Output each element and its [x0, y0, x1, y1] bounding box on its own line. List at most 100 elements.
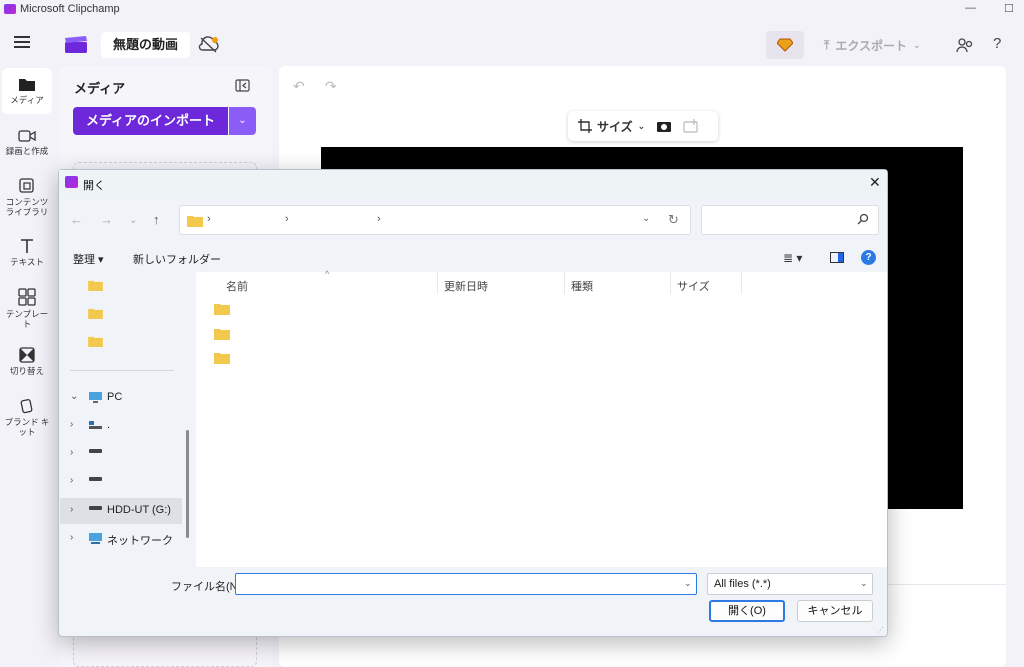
rail-label: テンプレート	[5, 309, 49, 329]
search-input[interactable]	[701, 205, 879, 235]
breadcrumb-separator[interactable]: ›	[377, 213, 381, 225]
column-divider[interactable]	[437, 272, 438, 294]
chevron-down-icon[interactable]: ⌄	[684, 578, 692, 589]
export-label: エクスポート	[835, 39, 907, 53]
nav-label: .	[107, 419, 111, 431]
nav-item-drive[interactable]: › .	[60, 413, 182, 439]
resize-grip-icon[interactable]: ⋰	[877, 626, 884, 634]
rail-label: メディア	[10, 95, 44, 105]
nav-item-hdd-ut[interactable]: › HDD-UT (G:)	[60, 498, 182, 524]
chevron-right-icon[interactable]: ›	[70, 475, 73, 486]
window-title: Microsoft Clipchamp	[20, 3, 120, 15]
minimize-button[interactable]: —	[965, 2, 976, 14]
size-label[interactable]: サイズ	[597, 118, 633, 135]
address-bar[interactable]: › › › ⌄ ↻	[179, 205, 691, 235]
chevron-down-icon: ⌄	[912, 40, 921, 50]
folder-icon[interactable]	[88, 336, 103, 347]
column-divider[interactable]	[670, 272, 671, 294]
breadcrumb-separator[interactable]: ›	[207, 213, 211, 225]
breadcrumb-separator[interactable]: ›	[285, 213, 289, 225]
import-dropdown-button[interactable]: ⌄	[229, 107, 256, 135]
rail-label: 録画と作成	[5, 146, 49, 156]
help-icon[interactable]: ?	[861, 250, 876, 265]
open-button[interactable]: 開く(O)	[709, 600, 785, 622]
computer-icon	[89, 392, 102, 403]
transition-icon	[19, 347, 35, 363]
up-arrow-icon[interactable]: ↑	[153, 212, 160, 227]
premium-button[interactable]	[766, 31, 804, 59]
back-arrow-icon[interactable]: ←	[70, 212, 83, 227]
upload-icon: ⤒	[824, 38, 830, 52]
rail-item-templates[interactable]: テンプレート	[2, 288, 52, 329]
column-divider[interactable]	[564, 272, 565, 294]
maximize-button[interactable]: ☐	[1004, 2, 1014, 15]
nav-item-drive[interactable]: ›	[60, 469, 182, 495]
forward-arrow-icon[interactable]: →	[100, 212, 113, 227]
chevron-right-icon[interactable]: ›	[70, 447, 73, 458]
add-media-icon[interactable]	[683, 119, 699, 133]
column-header-type[interactable]: 種類	[571, 278, 593, 294]
folder-icon[interactable]	[214, 352, 230, 364]
clipchamp-logo-icon	[65, 176, 78, 188]
nav-item-network[interactable]: › ネットワーク	[60, 526, 182, 552]
chevron-down-icon: ⌄	[637, 120, 646, 131]
chevron-down-icon[interactable]: ⌄	[642, 213, 650, 224]
app-header: 無題の動画 ⤒ エクスポート ⌄ ?	[0, 22, 1024, 66]
dialog-close-button[interactable]: ✕	[869, 174, 881, 191]
cloud-offline-icon[interactable]	[198, 36, 220, 54]
dialog-titlebar: 開く ✕	[59, 170, 887, 196]
column-divider[interactable]	[741, 272, 742, 294]
organize-button[interactable]: 整理 ▾	[73, 251, 104, 267]
import-media-button[interactable]: メディアのインポート	[73, 107, 228, 135]
chevron-right-icon[interactable]: ›	[70, 419, 73, 430]
chevron-down-icon[interactable]: ⌄	[70, 391, 78, 402]
crop-icon[interactable]	[578, 119, 592, 133]
nav-item-pc[interactable]: ⌄ PC	[60, 385, 182, 411]
folder-icon[interactable]	[88, 280, 103, 291]
dialog-footer: ファイル名(N): ⌄ All files (*.*) ⌄ 開く(O) キャンセ…	[59, 568, 887, 636]
menu-icon[interactable]	[14, 36, 30, 48]
undo-icon[interactable]: ↶	[293, 78, 305, 95]
view-options-icon[interactable]: ≣ ▾	[783, 251, 802, 265]
new-folder-button[interactable]: 新しいフォルダー	[133, 251, 221, 267]
rail-item-library[interactable]: コンテンツ ライブラリ	[2, 178, 52, 217]
folder-icon[interactable]	[214, 328, 230, 340]
text-icon	[21, 239, 33, 253]
rail-item-transitions[interactable]: 切り替え	[2, 347, 52, 376]
navigation-pane: ⌄ PC › . › › › HDD-UT (G:) › ネットワーク	[60, 272, 182, 567]
navigation-scrollbar[interactable]	[186, 430, 189, 538]
preview-pane-icon[interactable]	[830, 252, 844, 263]
file-type-value: All files (*.*)	[714, 578, 771, 590]
chevron-right-icon[interactable]: ›	[70, 532, 73, 543]
background-remove-icon[interactable]	[656, 119, 672, 133]
export-button[interactable]: ⤒ エクスポート ⌄	[824, 37, 921, 54]
share-users-icon[interactable]	[956, 36, 974, 54]
nav-item-drive[interactable]: ›	[60, 441, 182, 467]
rail-item-record[interactable]: 録画と作成	[2, 129, 52, 156]
rail-item-media[interactable]: メディア	[2, 68, 52, 114]
redo-icon[interactable]: ↷	[325, 78, 337, 95]
file-name-input[interactable]	[235, 573, 697, 595]
rail-item-brand-kit[interactable]: ブランド キット	[2, 398, 52, 437]
rail-label: テキスト	[10, 257, 44, 267]
dialog-nav-row: ← → ⌄ ↑ › › › ⌄ ↻	[59, 202, 887, 238]
rail-item-text[interactable]: テキスト	[2, 238, 52, 267]
column-header-name[interactable]: 名前	[226, 278, 248, 294]
rail-label: コンテンツ ライブラリ	[5, 197, 49, 217]
recent-locations-icon[interactable]: ⌄	[129, 215, 137, 226]
collapse-panel-icon[interactable]	[235, 79, 250, 92]
column-header-date[interactable]: 更新日時	[444, 278, 488, 294]
refresh-icon[interactable]: ↻	[668, 212, 679, 228]
rail-label: ブランド キット	[4, 417, 50, 437]
chevron-right-icon[interactable]: ›	[70, 504, 73, 515]
project-name[interactable]: 無題の動画	[101, 32, 191, 58]
file-type-select[interactable]: All files (*.*) ⌄	[707, 573, 873, 595]
dialog-command-bar: 整理 ▾ 新しいフォルダー ≣ ▾ ?	[59, 244, 887, 272]
folder-icon[interactable]	[214, 303, 230, 315]
help-icon[interactable]: ?	[993, 35, 1001, 52]
file-list: ^ 名前 更新日時 種類 サイズ	[196, 269, 887, 567]
column-header-size[interactable]: サイズ	[677, 278, 710, 294]
nav-label: HDD-UT (G:)	[107, 504, 171, 516]
folder-icon[interactable]	[88, 308, 103, 319]
cancel-button[interactable]: キャンセル	[797, 600, 873, 622]
